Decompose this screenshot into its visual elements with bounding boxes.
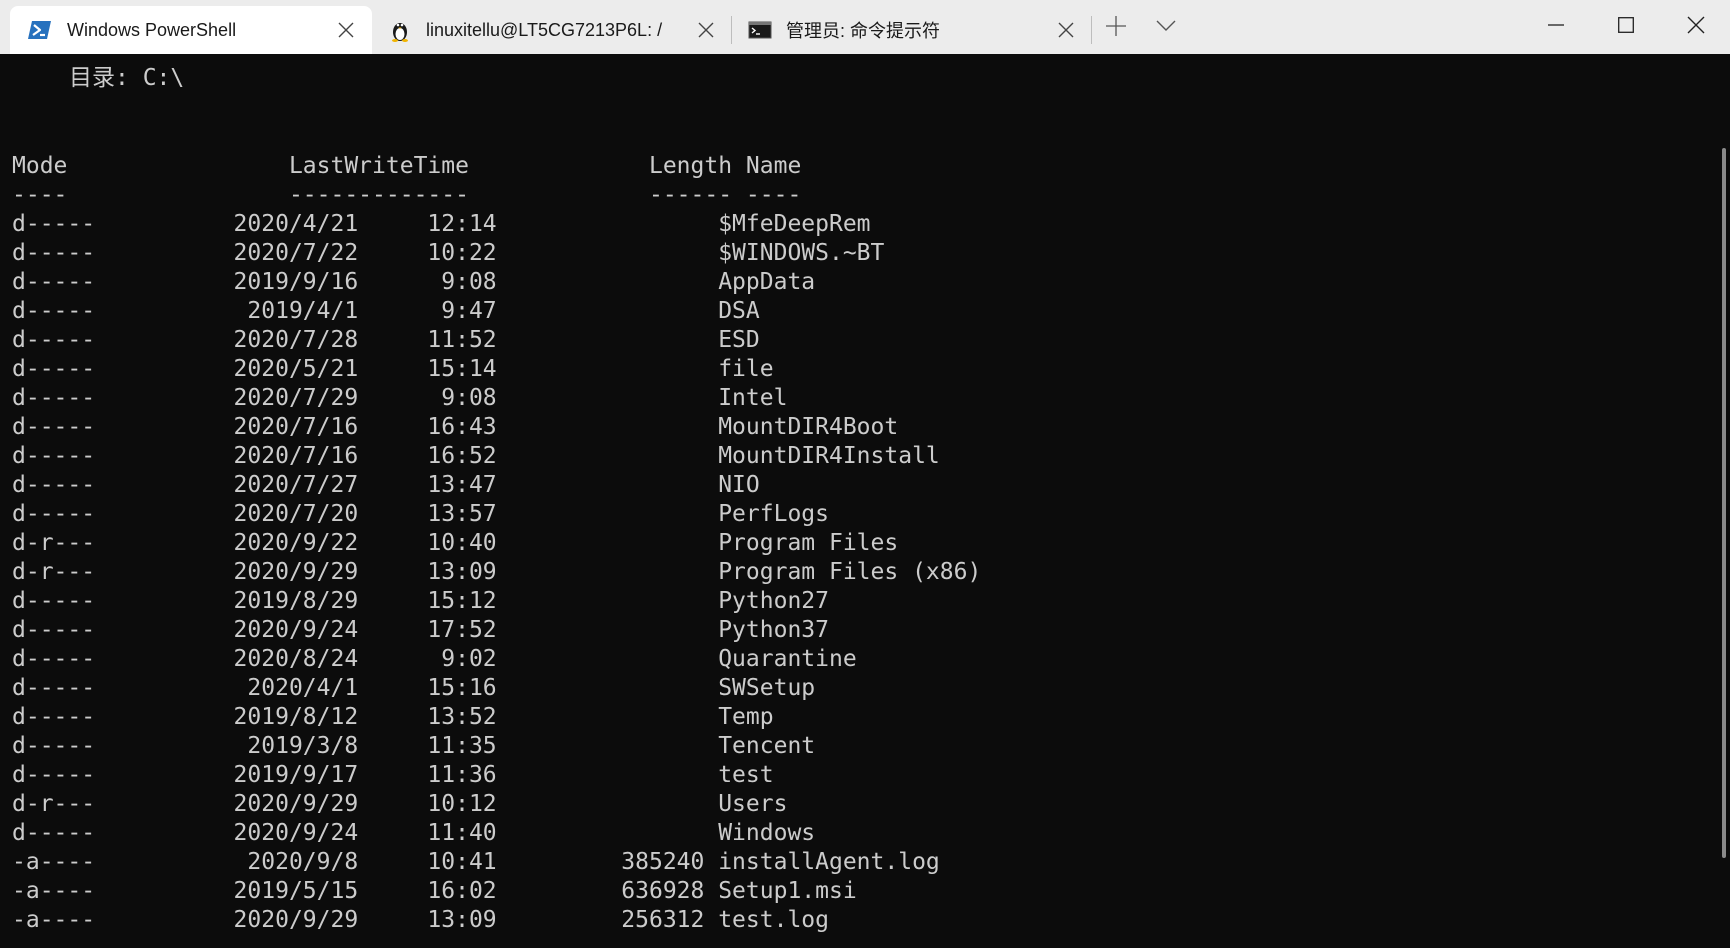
table-row: d----- 2020/8/24 9:02 Quarantine (12, 646, 857, 672)
table-row: -a---- 2019/5/15 16:02 636928 Setup1.msi (12, 878, 857, 904)
table-row: d----- 2020/7/27 13:47 NIO (12, 472, 760, 498)
scrollbar[interactable] (1715, 54, 1730, 948)
tab-linux[interactable]: linuxitellu@LT5CG7213P6L: / (372, 6, 730, 54)
table-row: d----- 2020/4/21 12:14 $MfeDeepRem (12, 211, 871, 237)
table-row: d----- 2020/7/16 16:43 MountDIR4Boot (12, 414, 899, 440)
table-row: d----- 2020/5/21 15:14 file (12, 356, 774, 382)
close-icon[interactable] (1054, 18, 1078, 42)
chevron-down-icon (1156, 19, 1176, 37)
close-icon[interactable] (694, 18, 718, 42)
table-row: d----- 2020/7/22 10:22 $WINDOWS.~BT (12, 240, 885, 266)
table-row: d----- 2020/7/29 9:08 Intel (12, 385, 788, 411)
directory-heading: 目录: C:\ (69, 65, 185, 91)
plus-icon (1105, 15, 1127, 42)
table-row: d----- 2019/9/17 11:36 test (12, 762, 774, 788)
close-window-button[interactable] (1664, 0, 1728, 54)
tab-command-prompt[interactable]: 管理员: 命令提示符 (732, 6, 1090, 54)
new-tab-button[interactable] (1096, 8, 1136, 48)
powershell-icon (28, 18, 52, 42)
tab-title: linuxitellu@LT5CG7213P6L: / (426, 19, 663, 40)
maximize-button[interactable] (1594, 0, 1658, 54)
table-row: d----- 2019/3/8 11:35 Tencent (12, 733, 816, 759)
table-row: d----- 2020/4/1 15:16 SWSetup (12, 675, 816, 701)
close-icon (1687, 16, 1705, 39)
tab-title: 管理员: 命令提示符 (786, 21, 941, 41)
table-row: d----- 2020/7/28 11:52 ESD (12, 327, 760, 353)
table-row: d-r--- 2020/9/29 13:09 Program Files (x8… (12, 559, 982, 585)
table-row: d----- 2020/9/24 11:40 Windows (12, 820, 816, 846)
table-row: d----- 2019/8/12 13:52 Temp (12, 704, 774, 730)
tab-title: Windows PowerShell (67, 19, 237, 40)
listing-header: Mode LastWriteTime Length Name (12, 153, 802, 179)
terminal-output[interactable]: 目录: C:\ Mode LastWriteTime Length Name --… (0, 54, 1715, 948)
linux-penguin-icon (388, 18, 412, 42)
minimize-icon (1548, 17, 1564, 38)
table-row: -a---- 2020/9/8 10:41 385240 installAgen… (12, 849, 940, 875)
tab-divider (1091, 16, 1092, 44)
close-icon[interactable] (334, 18, 358, 42)
terminal-window: Windows PowerShell linuxitellu@LT5CG7213… (0, 0, 1730, 948)
tab-windows-powershell[interactable]: Windows PowerShell (10, 6, 372, 54)
table-row: d----- 2020/7/16 16:52 MountDIR4Install (12, 443, 940, 469)
table-row: -a---- 2020/9/29 13:09 256312 test.log (12, 907, 829, 933)
minimize-button[interactable] (1524, 0, 1588, 54)
table-row: d-r--- 2020/9/29 10:12 Users (12, 791, 788, 817)
tab-bar: Windows PowerShell linuxitellu@LT5CG7213… (0, 0, 1730, 55)
tab-dropdown-button[interactable] (1146, 8, 1186, 48)
scrollbar-thumb[interactable] (1722, 148, 1726, 858)
table-row: d----- 2019/4/1 9:47 DSA (12, 298, 760, 324)
table-row: d----- 2019/9/16 9:08 AppData (12, 269, 816, 295)
listing-separator: ---- ------------- ------ ---- (12, 182, 802, 208)
table-row: d----- 2019/8/29 15:12 Python27 (12, 588, 829, 614)
table-row: d-r--- 2020/9/22 10:40 Program Files (12, 530, 899, 556)
table-row: d----- 2020/7/20 13:57 PerfLogs (12, 501, 829, 527)
maximize-icon (1618, 16, 1634, 38)
table-row: d----- 2020/9/24 17:52 Python37 (12, 617, 829, 643)
cmd-icon (748, 18, 772, 42)
